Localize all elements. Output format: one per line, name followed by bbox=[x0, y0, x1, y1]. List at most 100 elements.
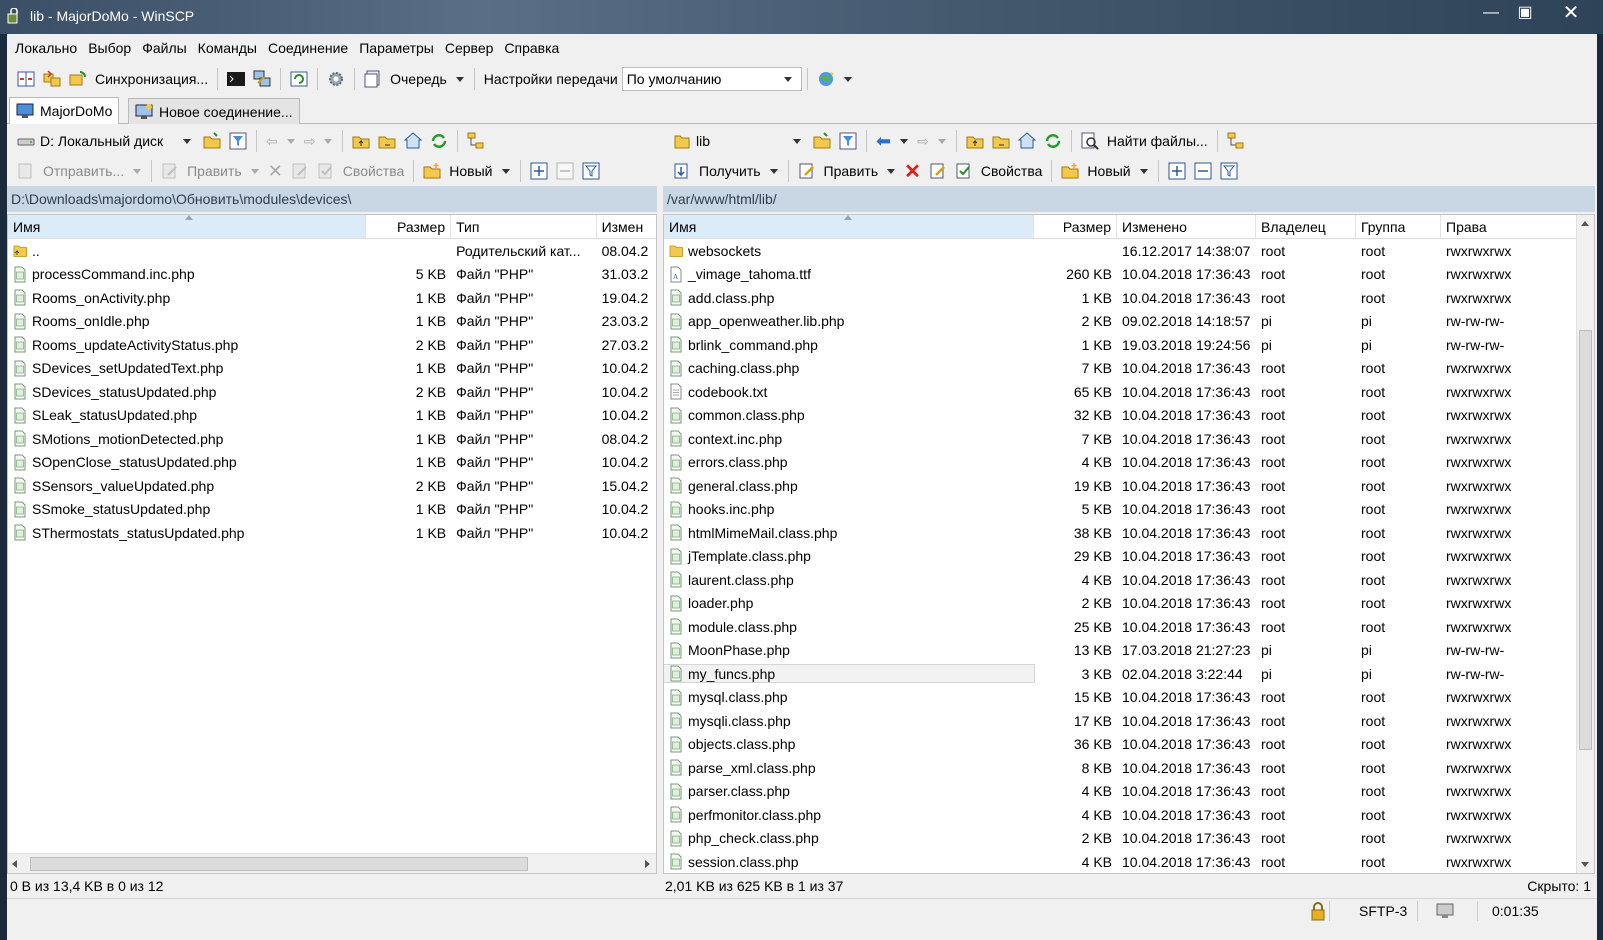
table-row[interactable]: add.class.php 1 KB 10.04.2018 17:36:43 root… bbox=[664, 286, 1594, 310]
synchronize-browsing-icon[interactable] bbox=[42, 69, 62, 89]
open-directory-icon[interactable] bbox=[202, 131, 222, 151]
download-icon[interactable] bbox=[672, 161, 692, 181]
table-row[interactable]: SOpenClose_statusUpdated.php 1 KB Файл "PH… bbox=[8, 451, 656, 475]
select-minus-icon[interactable] bbox=[1193, 161, 1213, 181]
find-files-icon[interactable] bbox=[1080, 131, 1100, 151]
select-plus-icon[interactable] bbox=[529, 161, 549, 181]
tab-new-session[interactable]: Новое соединение... bbox=[128, 98, 300, 124]
table-row[interactable]: caching.class.php 7 KB 10.04.2018 17:36:43… bbox=[664, 357, 1594, 381]
synchronize-button[interactable]: Синхронизация... bbox=[95, 71, 208, 87]
column-modified[interactable]: Изменено bbox=[1117, 215, 1256, 238]
new-dropdown-icon[interactable] bbox=[501, 168, 510, 174]
new-dropdown-icon[interactable] bbox=[1139, 168, 1148, 174]
table-row[interactable]: objects.class.php 36 KB 10.04.2018 17:36:4… bbox=[664, 733, 1594, 757]
minimize-button[interactable]: — bbox=[1474, 2, 1508, 24]
parent-directory-icon[interactable] bbox=[351, 131, 371, 151]
properties-button[interactable]: Свойства bbox=[981, 163, 1042, 179]
refresh-icon[interactable] bbox=[1043, 131, 1063, 151]
column-group[interactable]: Группа bbox=[1356, 215, 1441, 238]
upload-icon[interactable] bbox=[16, 161, 36, 181]
table-row[interactable]: codebook.txt 65 KB 10.04.2018 17:36:43 root… bbox=[664, 380, 1594, 404]
filter-icon[interactable] bbox=[228, 131, 248, 151]
table-row[interactable]: mysqli.class.php 17 KB 10.04.2018 17:36:43… bbox=[664, 709, 1594, 733]
queue-button[interactable]: Очередь bbox=[390, 71, 447, 87]
root-directory-icon[interactable] bbox=[377, 131, 397, 151]
forward-arrow-icon[interactable]: ⇨ bbox=[917, 133, 929, 150]
preferences-gear-icon[interactable] bbox=[326, 69, 346, 89]
column-modified[interactable]: Измен bbox=[597, 215, 656, 238]
table-row[interactable]: session.class.php 4 KB 10.04.2018 17:36:43… bbox=[664, 850, 1594, 873]
table-row[interactable]: SSmoke_statusUpdated.php 1 KB Файл "PHP" 10… bbox=[8, 498, 656, 522]
table-row[interactable]: .. Родительский кат... 08.04.2 bbox=[8, 239, 656, 263]
select-filter-icon[interactable] bbox=[1219, 161, 1239, 181]
table-row[interactable]: brlink_command.php 1 KB 19.03.2018 19:24:5… bbox=[664, 333, 1594, 357]
table-row[interactable]: php_check.class.php 2 KB 10.04.2018 17:36:… bbox=[664, 827, 1594, 851]
menu-server[interactable]: Сервер bbox=[445, 40, 494, 56]
edit-button[interactable]: Править bbox=[824, 163, 879, 179]
scroll-up-icon[interactable] bbox=[1581, 221, 1589, 226]
menu-options[interactable]: Параметры bbox=[359, 40, 434, 56]
table-row[interactable]: SDevices_statusUpdated.php 2 KB Файл "PHP"… bbox=[8, 380, 656, 404]
local-path-bar[interactable]: D:\Downloads\majordomo\Обновить\modules\… bbox=[7, 186, 657, 212]
rename-icon[interactable] bbox=[290, 161, 310, 181]
table-row[interactable]: SLeak_statusUpdated.php 1 KB Файл "PHP" 10.… bbox=[8, 404, 656, 428]
column-type[interactable]: Тип bbox=[451, 215, 597, 238]
maximize-button[interactable]: ▣ bbox=[1508, 2, 1542, 24]
select-filter-icon[interactable] bbox=[581, 161, 601, 181]
column-size[interactable]: Размер bbox=[366, 215, 452, 238]
table-row[interactable]: websockets 16.12.2017 14:38:07 root root rwx… bbox=[664, 239, 1594, 263]
edit-icon[interactable] bbox=[160, 161, 180, 181]
synchronize-icon[interactable] bbox=[68, 69, 88, 89]
refresh-icon[interactable] bbox=[429, 131, 449, 151]
remote-vertical-scrollbar[interactable] bbox=[1576, 215, 1594, 873]
table-row[interactable]: mysql.class.php 15 KB 10.04.2018 17:36:43 r… bbox=[664, 686, 1594, 710]
back-dropdown-icon[interactable] bbox=[900, 138, 909, 144]
menu-local[interactable]: Локально bbox=[15, 40, 77, 56]
menu-commands[interactable]: Команды bbox=[198, 40, 257, 56]
tab-majordomo[interactable]: MajorDoMo bbox=[9, 97, 120, 124]
table-row[interactable]: htmlMimeMail.class.php 38 KB 10.04.2018 17… bbox=[664, 521, 1594, 545]
table-row[interactable]: SSensors_valueUpdated.php 2 KB Файл "PHP" 1… bbox=[8, 474, 656, 498]
table-row[interactable]: SMotions_motionDetected.php 1 KB Файл "PHP… bbox=[8, 427, 656, 451]
table-row[interactable]: loader.php 2 KB 10.04.2018 17:36:43 root roo… bbox=[664, 592, 1594, 616]
menu-select[interactable]: Выбор bbox=[88, 40, 131, 56]
new-folder-icon[interactable] bbox=[1060, 161, 1080, 181]
back-dropdown-icon[interactable] bbox=[286, 138, 295, 144]
properties-button[interactable]: Свойства bbox=[343, 163, 404, 179]
scroll-down-icon[interactable] bbox=[1581, 862, 1589, 867]
queue-dropdown-arrow-icon[interactable] bbox=[455, 76, 464, 82]
upload-dropdown-icon[interactable] bbox=[133, 168, 142, 174]
table-row[interactable]: module.class.php 25 KB 10.04.2018 17:36:43… bbox=[664, 615, 1594, 639]
new-folder-icon[interactable] bbox=[422, 161, 442, 181]
menu-help[interactable]: Справка bbox=[504, 40, 559, 56]
globe-dropdown-arrow-icon[interactable] bbox=[843, 76, 852, 82]
terminal-icon[interactable] bbox=[226, 69, 246, 89]
compare-directories-icon[interactable] bbox=[16, 69, 36, 89]
download-button[interactable]: Получить bbox=[699, 163, 761, 179]
local-file-list[interactable]: Имя Размер Тип Измен .. Родительский кат.… bbox=[7, 214, 657, 874]
edit-button[interactable]: Править bbox=[187, 163, 242, 179]
table-row[interactable]: SDevices_setUpdatedText.php 1 KB Файл "PHP… bbox=[8, 357, 656, 381]
select-plus-icon[interactable] bbox=[1167, 161, 1187, 181]
table-row[interactable]: perfmonitor.class.php 4 KB 10.04.2018 17:3… bbox=[664, 803, 1594, 827]
scroll-thumb[interactable] bbox=[30, 857, 528, 871]
scroll-right-icon[interactable] bbox=[645, 860, 650, 868]
table-row[interactable]: processCommand.inc.php 5 KB Файл "PHP" 31.0… bbox=[8, 263, 656, 287]
putty-icon[interactable] bbox=[252, 69, 272, 89]
table-row[interactable]: common.class.php 32 KB 10.04.2018 17:36:43… bbox=[664, 404, 1594, 428]
properties-icon[interactable] bbox=[954, 161, 974, 181]
table-row[interactable]: general.class.php 19 KB 10.04.2018 17:36:4… bbox=[664, 474, 1594, 498]
table-row[interactable]: MoonPhase.php 13 KB 17.03.2018 21:27:23 pi p… bbox=[664, 639, 1594, 663]
queue-icon[interactable] bbox=[363, 69, 383, 89]
menu-files[interactable]: Файлы bbox=[142, 40, 186, 56]
upload-button[interactable]: Отправить... bbox=[43, 163, 124, 179]
table-row[interactable]: SThermostats_statusUpdated.php 1 KB Файл "… bbox=[8, 521, 656, 545]
table-row[interactable]: jTemplate.class.php 29 KB 10.04.2018 17:36… bbox=[664, 545, 1594, 569]
home-directory-icon[interactable] bbox=[403, 131, 423, 151]
scroll-left-icon[interactable] bbox=[12, 860, 17, 868]
properties-icon[interactable] bbox=[316, 161, 336, 181]
column-rights[interactable]: Права bbox=[1441, 215, 1531, 238]
globe-sync-icon[interactable] bbox=[816, 69, 836, 89]
edit-icon[interactable] bbox=[797, 161, 817, 181]
local-horizontal-scrollbar[interactable] bbox=[8, 853, 656, 873]
